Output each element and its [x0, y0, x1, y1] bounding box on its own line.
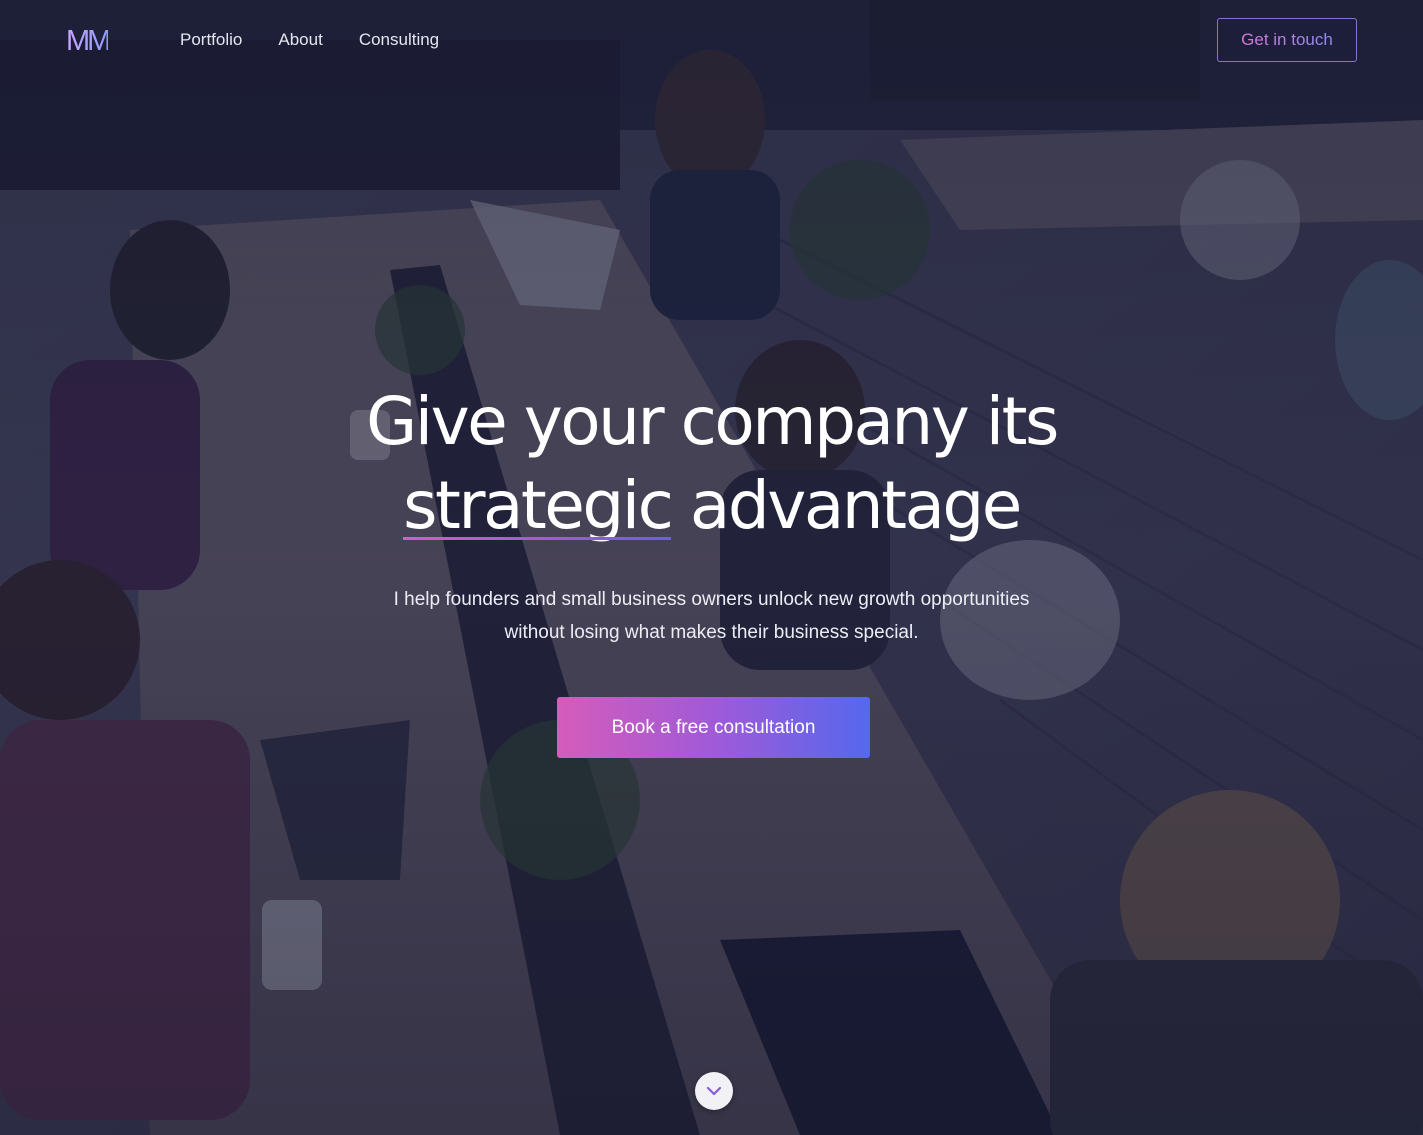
headline-line-1: Give your company its	[366, 383, 1059, 460]
chevron-down-icon	[706, 1086, 722, 1096]
nav-links: Portfolio About Consulting	[180, 30, 439, 50]
hero-subtitle: I help founders and small business owner…	[0, 583, 1423, 649]
subtitle-line-1: I help founders and small business owner…	[393, 589, 1030, 610]
headline-line-2-rest: advantage	[671, 467, 1023, 544]
headline-accent-word: strategic	[403, 464, 674, 548]
hero-headline: Give your company its strategic advantag…	[0, 380, 1423, 548]
top-navigation: MM Portfolio About Consulting Get in tou…	[0, 0, 1423, 82]
subtitle-line-2: without losing what makes their business…	[504, 622, 919, 643]
nav-link-about[interactable]: About	[278, 30, 322, 50]
hero-section: MM Portfolio About Consulting Get in tou…	[0, 0, 1423, 1135]
dark-overlay	[0, 0, 1423, 1135]
get-in-touch-label: Get in touch	[1241, 30, 1333, 49]
brand-logo[interactable]: MM	[66, 26, 111, 56]
book-consultation-button[interactable]: Book a free consultation	[557, 697, 870, 758]
get-in-touch-button[interactable]: Get in touch	[1217, 18, 1357, 62]
nav-link-consulting[interactable]: Consulting	[359, 30, 439, 50]
nav-link-portfolio[interactable]: Portfolio	[180, 30, 242, 50]
scroll-down-button[interactable]	[695, 1072, 733, 1110]
headline-line-2: strategic advantage	[0, 464, 1423, 548]
